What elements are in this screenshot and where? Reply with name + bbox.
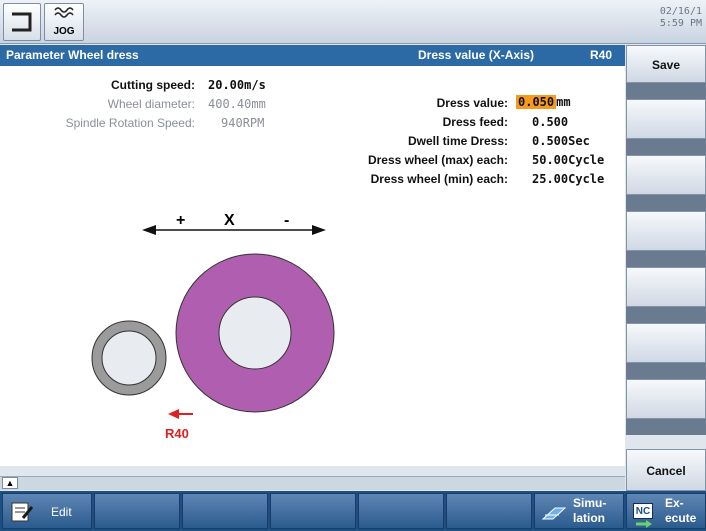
dress-feed-field[interactable]: 0.500 xyxy=(532,115,568,129)
wheel-diameter-value: 400.40mm xyxy=(208,97,266,111)
mode-label: JOG xyxy=(53,26,75,37)
cutting-speed-value: 20.00m/s xyxy=(208,78,266,92)
edit-icon xyxy=(11,502,33,522)
softkey-divider xyxy=(626,251,706,267)
field-title: Dress value (X-Axis) xyxy=(418,48,535,62)
dress-feed-label: Dress feed: xyxy=(442,115,508,129)
dresser-bore xyxy=(101,330,157,386)
machine-area-button[interactable] xyxy=(3,3,41,41)
jog-wave-icon xyxy=(54,7,74,18)
save-button[interactable]: Save xyxy=(626,45,706,83)
dwell-time-field[interactable]: 0.500Sec xyxy=(532,134,590,148)
dress-value-label: Dress value: xyxy=(436,96,508,110)
page-title: Parameter Wheel dress xyxy=(6,48,139,62)
date-text: 02/16/1 xyxy=(659,6,702,17)
scroll-up-icon[interactable]: ▲ xyxy=(2,477,18,489)
simulation-icon xyxy=(541,507,567,520)
softkey-3[interactable] xyxy=(626,155,706,195)
wheel-diameter-label: Wheel diameter: xyxy=(107,97,195,111)
hsoftkey-5[interactable] xyxy=(358,493,444,529)
softkey-divider xyxy=(626,419,706,435)
cutting-speed-label: Cutting speed: xyxy=(111,78,195,92)
execute-arrow-icon xyxy=(636,520,652,528)
grinding-wheel-bore xyxy=(218,296,292,370)
cancel-button[interactable]: Cancel xyxy=(626,449,706,491)
edit-label: Edit xyxy=(51,505,72,519)
spindle-speed-label: Spindle Rotation Speed: xyxy=(65,116,195,130)
hsoftkey-4[interactable] xyxy=(270,493,356,529)
field-code: R40 xyxy=(590,48,613,62)
title-bar: Parameter Wheel dress Dress value (X-Axi… xyxy=(0,45,625,66)
edit-button[interactable]: Edit xyxy=(2,493,92,529)
softkey-5[interactable] xyxy=(626,267,706,307)
execute-button[interactable]: NC Ex- ecute xyxy=(626,493,706,529)
softkey-2[interactable] xyxy=(626,99,706,139)
plus-label: + xyxy=(176,212,185,229)
dress-max-field[interactable]: 50.00Cycle xyxy=(532,153,604,167)
r40-arrow-icon xyxy=(168,409,179,419)
dress-diagram: + X - R40 xyxy=(91,212,335,441)
softkey-divider xyxy=(626,363,706,379)
dress-min-label: Dress wheel (min) each: xyxy=(370,172,508,186)
softkey-4[interactable] xyxy=(626,211,706,251)
machine-area-icon xyxy=(12,12,32,32)
dwell-time-label: Dwell time Dress: xyxy=(407,134,508,148)
spindle-speed-value: 940RPM xyxy=(221,116,265,130)
softkey-6[interactable] xyxy=(626,323,706,363)
simulation-label: Simu- lation xyxy=(573,496,607,525)
hsoftkey-3[interactable] xyxy=(182,493,268,529)
nc-icon: NC xyxy=(633,503,653,519)
execute-label: Ex- ecute xyxy=(665,496,697,525)
dress-value-field[interactable]: 0.050 mm xyxy=(516,95,571,109)
softkey-divider xyxy=(626,83,706,99)
minus-label: - xyxy=(284,212,289,229)
hsoftkey-2[interactable] xyxy=(94,493,180,529)
axis-arrow-left-icon xyxy=(142,225,156,235)
r40-label: R40 xyxy=(165,426,189,441)
softkey-divider xyxy=(626,195,706,211)
date-time: 02/16/1 5:59 PM xyxy=(632,6,702,30)
simulation-button[interactable]: Simu- lation xyxy=(534,493,624,529)
softkey-divider xyxy=(626,307,706,323)
scroll-strip xyxy=(0,476,625,490)
axis-arrow-right-icon xyxy=(312,225,326,235)
hsoftkey-6[interactable] xyxy=(446,493,532,529)
jog-mode-button[interactable]: JOG xyxy=(44,3,84,41)
top-bar xyxy=(0,0,706,44)
softkey-divider xyxy=(626,139,706,155)
softkey-7[interactable] xyxy=(626,379,706,419)
axis-label: X xyxy=(224,212,235,229)
dress-min-field[interactable]: 25.00Cycle xyxy=(532,172,604,186)
time-text: 5:59 PM xyxy=(659,18,702,29)
dress-max-label: Dress wheel (max) each: xyxy=(367,153,508,167)
